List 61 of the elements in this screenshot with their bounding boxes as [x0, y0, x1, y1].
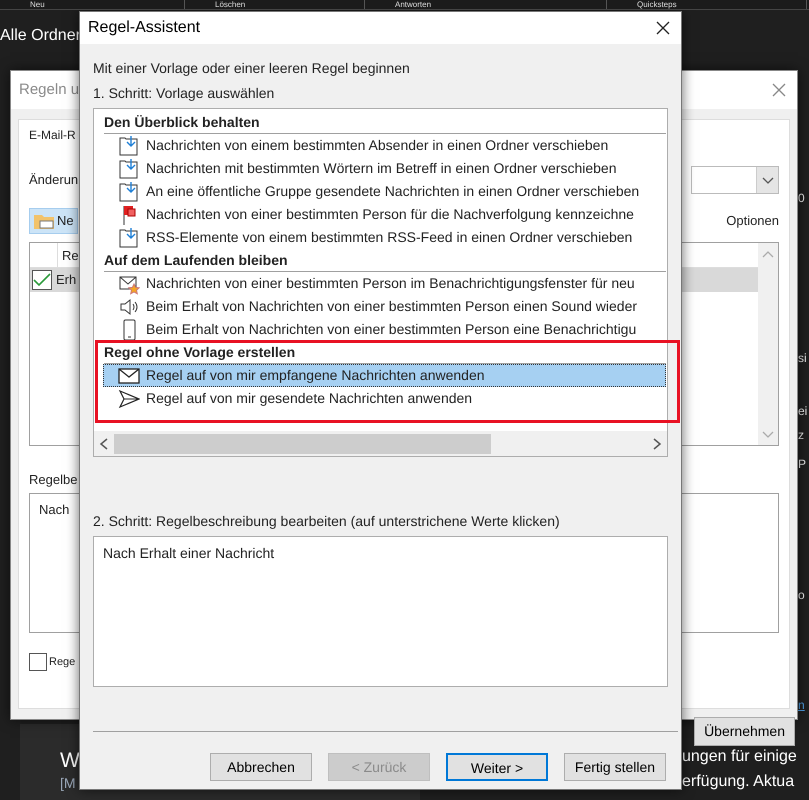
new-rule-button[interactable]: Ne	[29, 208, 78, 234]
message-title: W	[60, 748, 80, 774]
checkbox[interactable]	[29, 653, 47, 671]
folder-arrow-icon	[118, 226, 140, 248]
intro-text: Mit einer Vorlage oder einer leeren Regel beginnen	[93, 59, 411, 78]
dialog-button[interactable]: Abbrechen	[210, 753, 312, 781]
description-text: Nach Erhalt einer Nachricht	[103, 545, 274, 561]
template-item[interactable]: Nachrichten mit bestimmten Wörtern im Betreff in einen Ordner verschieben	[103, 157, 666, 180]
checkbox[interactable]	[32, 270, 52, 290]
folder-arrow-icon	[118, 180, 140, 202]
template-item[interactable]: Regel auf von mir gesendete Nachrichten anwenden	[103, 387, 666, 410]
folder-arrow-icon	[118, 134, 140, 156]
column-header[interactable]: Re	[58, 242, 79, 266]
field-label: Änderun	[29, 171, 78, 190]
text-fragment: 0	[798, 190, 805, 206]
toolbar-button[interactable]: Quicksteps	[607, 0, 807, 9]
options-link[interactable]: Optionen	[726, 211, 779, 230]
toolbar-button[interactable]: Löschen	[185, 0, 365, 9]
info-text: erfügung. Aktua	[682, 772, 794, 792]
step-label: 1. Schritt: Vorlage auswählen	[93, 84, 276, 103]
message-sender: [M	[60, 774, 76, 793]
template-item[interactable]: Beim Erhalt von Nachrichten von einer bestimmten Person einen Sound wieder	[103, 295, 666, 318]
text-fragment: ei	[798, 403, 808, 419]
template-item[interactable]: An eine öffentliche Gruppe gesendete Nachrichten in einen Ordner verschieben	[103, 180, 666, 203]
template-item[interactable]: RSS-Elemente von einem bestimmten RSS-Feed in einen Ordner verschieben	[103, 226, 666, 249]
paper-plane-icon	[118, 388, 140, 410]
chevron-right-icon	[651, 436, 663, 450]
dialog-button[interactable]: Weiter >	[446, 753, 548, 781]
scrollbar[interactable]	[94, 431, 667, 456]
apply-button[interactable]: Übernehmen	[694, 717, 795, 746]
template-item[interactable]: Regel auf von mir empfangene Nachrichten anwenden	[103, 364, 666, 387]
text-fragment: z	[798, 427, 804, 443]
window-title: Regeln u	[19, 80, 80, 100]
chevron-left-icon	[98, 436, 110, 450]
template-item[interactable]: Nachrichten von einer bestimmten Person im Benachrichtigungsfenster für neu	[103, 272, 666, 295]
toolbar-button[interactable]: Antworten	[365, 0, 607, 9]
folder-pane-title: Alle Ordner	[0, 26, 81, 46]
template-item[interactable]: Nachrichten von einer bestimmten Person für die Nachverfolgung kennzeichne	[103, 203, 666, 226]
scrollbar[interactable]	[758, 242, 778, 444]
toolbar-button[interactable]: Neu	[0, 0, 185, 9]
group-header: Den Überblick behalten	[104, 111, 666, 134]
folder-arrow-icon	[118, 158, 140, 180]
checkbox-label: Rege	[49, 654, 76, 670]
rule-name: Erh	[56, 270, 76, 289]
field-label: Regelbe	[29, 470, 78, 489]
tab[interactable]: E-Mail-R	[29, 126, 76, 144]
link[interactable]: n	[798, 696, 805, 714]
template-item[interactable]: Nachrichten von einem bestimmten Absender in einen Ordner verschieben	[103, 134, 666, 157]
info-text: ungen für einige	[682, 747, 797, 767]
close-icon	[771, 82, 787, 98]
close-icon	[655, 20, 671, 36]
text-fragment: P	[798, 456, 806, 472]
text-fragment: si	[798, 350, 807, 366]
dialog-button[interactable]: Fertig stellen	[564, 753, 666, 781]
step-label: 2. Schritt: Regelbeschreibung bearbeiten (auf unterstrichene Werte klicken)	[93, 512, 561, 531]
template-item[interactable]: Beim Erhalt von Nachrichten von einer bestimmten Person eine Benachrichtigu	[103, 318, 666, 341]
description-text: Nach	[39, 502, 70, 517]
text-fragment: o	[798, 587, 805, 603]
group-header: Auf dem Laufenden bleiben	[104, 249, 666, 272]
window-title: Regel-Assistent	[88, 18, 200, 38]
dropdown[interactable]	[691, 166, 779, 194]
